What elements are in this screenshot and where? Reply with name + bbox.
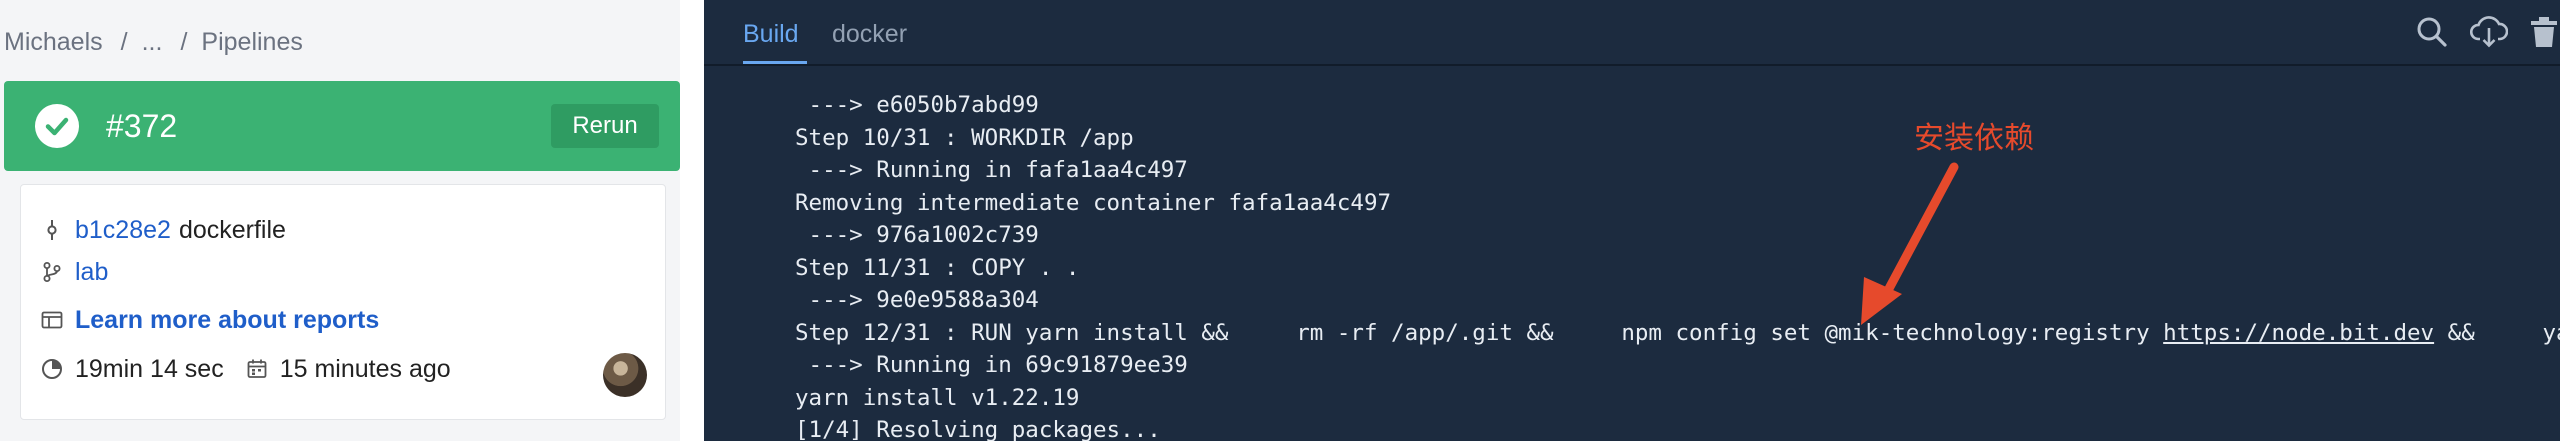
- build-log-output: ---> e6050b7abd99 Step 10/31 : WORKDIR /a…: [795, 89, 2560, 441]
- log-line: ---> 9e0e9588a304: [795, 287, 1039, 313]
- branch-link[interactable]: lab: [75, 258, 108, 287]
- reports-row: Learn more about reports: [41, 303, 379, 337]
- log-line-step-12: Step 12/31 : RUN yarn install && rm -rf …: [795, 317, 2560, 350]
- duration-text: 19min 14 sec: [75, 354, 224, 383]
- duration-icon: [41, 358, 63, 380]
- log-line: Removing intermediate container fafa1aa4…: [795, 189, 1392, 216]
- pipeline-details-card: b1c28e2 dockerfile lab Learn more about …: [20, 184, 666, 420]
- breadcrumb: Michaels / ... / Pipelines: [4, 24, 303, 60]
- pipeline-number: #372: [106, 108, 178, 144]
- breadcrumb-item-project[interactable]: Michaels: [4, 28, 103, 57]
- pipeline-sidebar: Michaels / ... / Pipelines #372 Rerun b1…: [0, 0, 704, 441]
- rerun-button[interactable]: Rerun: [551, 104, 659, 148]
- breadcrumb-item-ellipsis[interactable]: ...: [142, 28, 163, 57]
- delete-icon[interactable]: [2524, 12, 2560, 52]
- download-icon[interactable]: [2469, 12, 2509, 52]
- success-check-icon: [35, 104, 79, 148]
- tab-build[interactable]: Build: [743, 20, 799, 52]
- active-tab-indicator: [743, 61, 807, 64]
- log-line-step-12-tail: && yarn mi: [2447, 319, 2560, 346]
- log-line: ---> e6050b7abd99: [795, 92, 1039, 118]
- breadcrumb-item-pipelines[interactable]: Pipelines: [201, 28, 302, 57]
- branch-row: lab: [41, 255, 108, 289]
- timing-row: 19min 14 sec 15 minutes ago: [41, 352, 451, 386]
- log-line: ---> Running in 69c91879ee39: [795, 352, 1188, 378]
- log-line: [1/4] Resolving packages...: [795, 417, 1161, 441]
- search-icon[interactable]: [2412, 12, 2452, 52]
- avatar[interactable]: [603, 353, 647, 397]
- commit-icon: [41, 219, 63, 241]
- commit-message: dockerfile: [178, 215, 286, 244]
- pipeline-status-banner: #372 Rerun: [4, 81, 680, 171]
- log-line: Step 10/31 : WORKDIR /app: [795, 124, 1134, 151]
- log-line-step-12-text: Step 12/31 : RUN yarn install && rm -rf …: [795, 319, 2164, 346]
- calendar-icon: [246, 358, 268, 380]
- breadcrumb-separator: /: [120, 27, 128, 56]
- log-line: yarn install v1.22.19: [795, 384, 1080, 411]
- commit-hash-link[interactable]: b1c28e2: [75, 216, 171, 245]
- log-line: ---> Running in fafa1aa4c497: [795, 157, 1188, 183]
- log-tabs: Build docker: [704, 0, 2560, 66]
- finished-time-text: 15 minutes ago: [279, 354, 451, 383]
- registry-url-link[interactable]: https://node.bit.dev: [2163, 320, 2434, 346]
- tab-docker[interactable]: docker: [832, 20, 907, 52]
- panel-divider: [680, 0, 704, 441]
- commit-row: b1c28e2 dockerfile: [41, 213, 286, 247]
- branch-icon: [41, 261, 63, 283]
- breadcrumb-separator: /: [180, 27, 188, 56]
- log-line: ---> 976a1002c739: [795, 222, 1039, 248]
- log-line: Step 11/31 : COPY . .: [795, 254, 1080, 281]
- reports-icon: [41, 309, 63, 331]
- learn-more-reports-link[interactable]: Learn more about reports: [75, 306, 379, 335]
- job-log-panel: Build docker ---> e6050b7abd99 Step 10/31…: [704, 0, 2560, 441]
- annotation-label: 安装依赖: [1914, 121, 2034, 156]
